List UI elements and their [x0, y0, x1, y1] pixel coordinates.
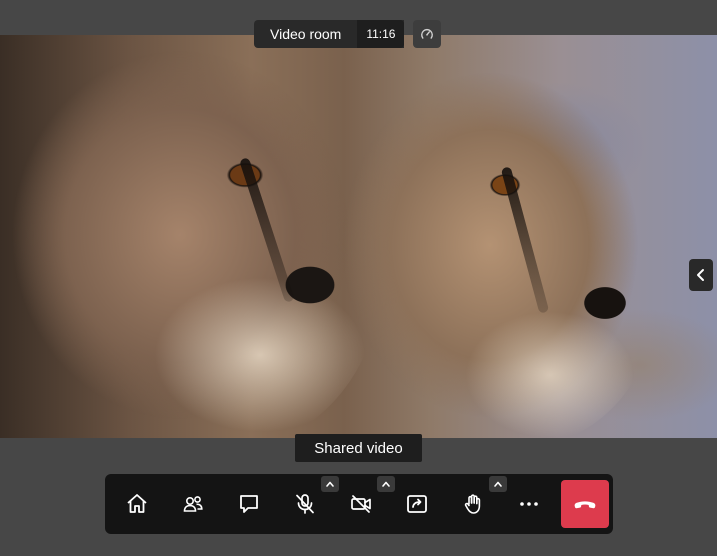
camera-off-icon [351, 495, 371, 513]
raise-hand-icon [464, 494, 481, 514]
speedometer-icon [421, 29, 434, 39]
microphone-button[interactable] [281, 476, 339, 528]
share-screen-button[interactable] [393, 480, 441, 528]
meeting-timer: 11:16 [357, 20, 405, 48]
video-conference-screen: Video room 11:16 Shared video [0, 0, 717, 556]
chevron-left-icon [697, 269, 704, 281]
chevron-up-icon [326, 481, 334, 487]
room-info: Video room 11:16 [254, 20, 405, 48]
shared-video-frame[interactable] [0, 35, 717, 438]
toggle-filmstrip-button[interactable] [689, 259, 713, 291]
hang-up-button[interactable] [561, 480, 609, 528]
video-content-left [0, 35, 380, 438]
conference-toolbar [105, 474, 613, 534]
shared-video-label: Shared video [295, 434, 422, 462]
home-icon [127, 494, 147, 513]
home-button[interactable] [113, 480, 161, 528]
microphone-muted-icon [296, 494, 314, 514]
chat-button[interactable] [225, 480, 273, 528]
conference-header: Video room 11:16 [254, 20, 442, 48]
share-screen-icon [407, 495, 427, 513]
chevron-up-icon [382, 481, 390, 487]
chevron-up-icon [494, 481, 502, 487]
connection-status-button[interactable] [413, 20, 442, 48]
more-options-icon [520, 502, 538, 506]
camera-button[interactable] [337, 476, 395, 528]
video-content-right [330, 45, 660, 438]
chat-icon [240, 495, 258, 513]
raise-hand-button[interactable] [449, 476, 507, 528]
hang-up-icon [574, 501, 596, 509]
participants-button[interactable] [169, 480, 217, 528]
room-title: Video room [270, 26, 342, 42]
participants-icon [183, 496, 203, 512]
more-options-button[interactable] [505, 480, 553, 528]
